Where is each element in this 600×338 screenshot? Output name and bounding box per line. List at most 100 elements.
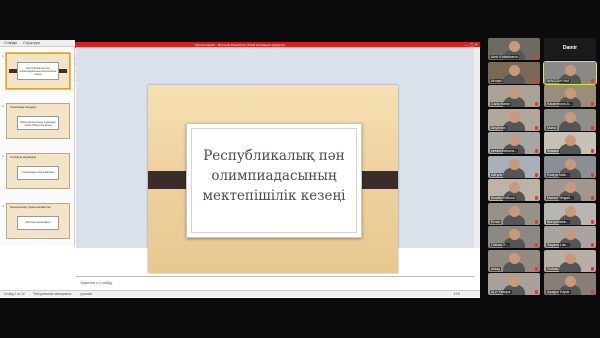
participant-name: Aizada Edilova xyxy=(490,196,516,200)
participant-tile[interactable]: Carla Marat xyxy=(488,85,540,107)
notes-pane[interactable]: Заметки к слайду xyxy=(76,276,474,288)
thumbnail-content: Мен Мен қатысамын xyxy=(17,216,59,230)
participant-tile[interactable]: Damir xyxy=(544,38,596,60)
participant-tile[interactable]: Kalabekova A... xyxy=(544,85,596,107)
muted-mic-icon xyxy=(591,266,594,271)
participant-tile[interactable]: Gulnaz xyxy=(544,249,596,272)
status-theme: "Натуральные материалы" xyxy=(32,292,73,296)
muted-mic-icon xyxy=(535,266,538,271)
muted-mic-icon xyxy=(591,290,594,294)
slide-thumbnail[interactable]: 3 Үштілділік мерзімдері Олимпиада тапсырма… xyxy=(2,153,70,189)
participant-avatar-head xyxy=(564,276,576,287)
vertical-scrollbar[interactable] xyxy=(474,47,480,248)
muted-mic-icon xyxy=(591,102,594,106)
participant-avatar-head xyxy=(564,88,576,99)
slide-thumbnail[interactable]: 1 Республикалық пән олимпиадасының мектеп… xyxy=(2,53,70,89)
participant-name: Ayagoz Kapar xyxy=(546,290,571,294)
participant-name: Шатуалиев... xyxy=(546,219,570,224)
participant-tile[interactable]: Raziya Mak... xyxy=(544,155,596,178)
participant-name: Sayana Lan... xyxy=(546,243,571,247)
participant-avatar-head xyxy=(564,182,576,193)
muted-mic-icon xyxy=(591,125,594,130)
thumbnail-number: 2 xyxy=(2,104,4,108)
slide-title-line-3: мектепішілік кезеңі xyxy=(202,188,346,204)
thumbnail-title: Қатысушылар туралы мәліметтер xyxy=(10,206,51,209)
participant-avatar-head xyxy=(508,182,520,193)
status-slide-number: Слайд 1 из 12 xyxy=(4,292,25,296)
slide-thumbnail[interactable]: 2 Олимпиада кезеңдері Мектепішілік кезең А… xyxy=(2,103,70,139)
participant-avatar-head xyxy=(508,135,520,146)
tab-slides[interactable]: Слайды xyxy=(4,41,17,45)
participant-avatar-head xyxy=(508,276,520,287)
thumbnail-title: Олимпиада кезеңдері xyxy=(10,106,37,109)
participant-tile[interactable]: Ai-n Ysaupa xyxy=(488,273,540,295)
participant-tile[interactable]: Olzhas S... xyxy=(488,226,540,248)
participant-tile[interactable]: yessenbekova... xyxy=(488,132,540,154)
tab-outline[interactable]: Структура xyxy=(23,41,40,45)
slide-title-line-2: олимпиадасының xyxy=(211,168,337,184)
participant-avatar-head xyxy=(508,229,520,240)
slide-title-frame: Республикалық пән олимпиадасының мектепі… xyxy=(186,123,362,238)
slide-pane-tabs: Слайды Структура xyxy=(0,40,75,47)
muted-mic-icon xyxy=(591,172,594,177)
muted-mic-icon xyxy=(591,219,594,224)
participant-tile[interactable]: Айгуль xyxy=(488,155,540,178)
current-slide[interactable]: Республикалық пән олимпиадасының мектепі… xyxy=(148,85,398,273)
participant-name: Olzhas S... xyxy=(490,243,510,247)
muted-mic-icon xyxy=(535,149,538,153)
participant-avatar-head xyxy=(564,229,576,240)
participant-tile[interactable]: Maria xyxy=(544,108,596,131)
thumbnail-number: 3 xyxy=(2,154,4,158)
participant-name: Maria xyxy=(546,125,557,130)
notes-placeholder: Заметки к слайду xyxy=(80,280,113,285)
slide-thumbnails: 1 Республикалық пән олимпиадасының мектеп… xyxy=(0,47,75,247)
muted-mic-icon xyxy=(535,55,538,59)
thumbnail-title: Үштілділік мерзімдері xyxy=(10,156,36,159)
participant-tile[interactable]: Abylkhan xyxy=(488,108,540,131)
participant-tile[interactable]: ЖАСЛАН МИ xyxy=(543,60,597,85)
participant-tile[interactable]: Arman xyxy=(488,61,540,84)
participant-tile[interactable]: Amir Kaliakbarov xyxy=(488,38,540,60)
participant-avatar-head xyxy=(564,64,576,76)
participant-tile[interactable]: Шатуалиев... xyxy=(544,202,596,225)
participant-name: Amir Kaliakbarov xyxy=(490,55,520,59)
participant-tile[interactable]: Aizada Edilova xyxy=(488,179,540,201)
participant-tile[interactable]: Жамал xyxy=(544,132,596,154)
zoom-level[interactable]: 41% xyxy=(454,292,460,296)
slide-title[interactable]: Республикалық пән олимпиадасының мектепі… xyxy=(187,146,361,206)
participant-name: Gulnaz xyxy=(546,266,560,271)
participant-tile[interactable]: Sayana Lan... xyxy=(544,226,596,248)
thumbnail-content: Мектепішілік кезең Аудандық кезең Облыст… xyxy=(17,116,59,130)
participant-tile[interactable]: Aiday xyxy=(488,249,540,272)
muted-mic-icon xyxy=(591,243,594,247)
thumbnail-number: 1 xyxy=(2,54,4,58)
slide-title-line-1: Республикалық пән xyxy=(203,148,345,164)
muted-mic-icon xyxy=(591,78,594,83)
participant-tile[interactable]: Ayagoz Kapar xyxy=(544,273,596,295)
muted-mic-icon xyxy=(535,102,538,106)
participant-avatar-head xyxy=(508,64,520,76)
participant-avatar-head xyxy=(508,111,520,123)
participant-name: Raziya Mak... xyxy=(546,172,570,177)
muted-mic-icon xyxy=(535,78,538,83)
participant-avatar-head xyxy=(564,135,576,146)
muted-mic-icon xyxy=(535,219,538,224)
participant-avatar-head xyxy=(564,111,576,123)
participant-name: Maraul Yergali... xyxy=(546,196,574,200)
participant-avatar-head xyxy=(564,205,576,217)
muted-mic-icon xyxy=(591,196,594,200)
thumbnail-title: Республикалық пән олимпиадасының мектепі… xyxy=(17,62,59,80)
participant-avatar-head xyxy=(508,252,520,264)
participant-name: Carla Marat xyxy=(490,102,511,106)
participant-name: Ai-n Ysaupa xyxy=(490,290,512,294)
participant-avatar-head xyxy=(508,158,520,170)
participant-tile[interactable]: Maraul Yergali... xyxy=(544,179,596,201)
slide-thumbnail[interactable]: 4 Қатысушылар туралы мәліметтер Мен Мен қа… xyxy=(2,203,70,239)
status-bar: Слайд 1 из 12 "Натуральные материалы" ру… xyxy=(0,290,480,297)
participant-name: yessenbekova... xyxy=(490,149,518,153)
muted-mic-icon xyxy=(535,290,538,294)
participant-avatar-head xyxy=(508,41,520,52)
participant-avatar-head xyxy=(508,205,520,217)
participant-tile[interactable]: Ernar xyxy=(488,202,540,225)
participant-name: ЖАСЛАН МИ xyxy=(546,78,571,83)
